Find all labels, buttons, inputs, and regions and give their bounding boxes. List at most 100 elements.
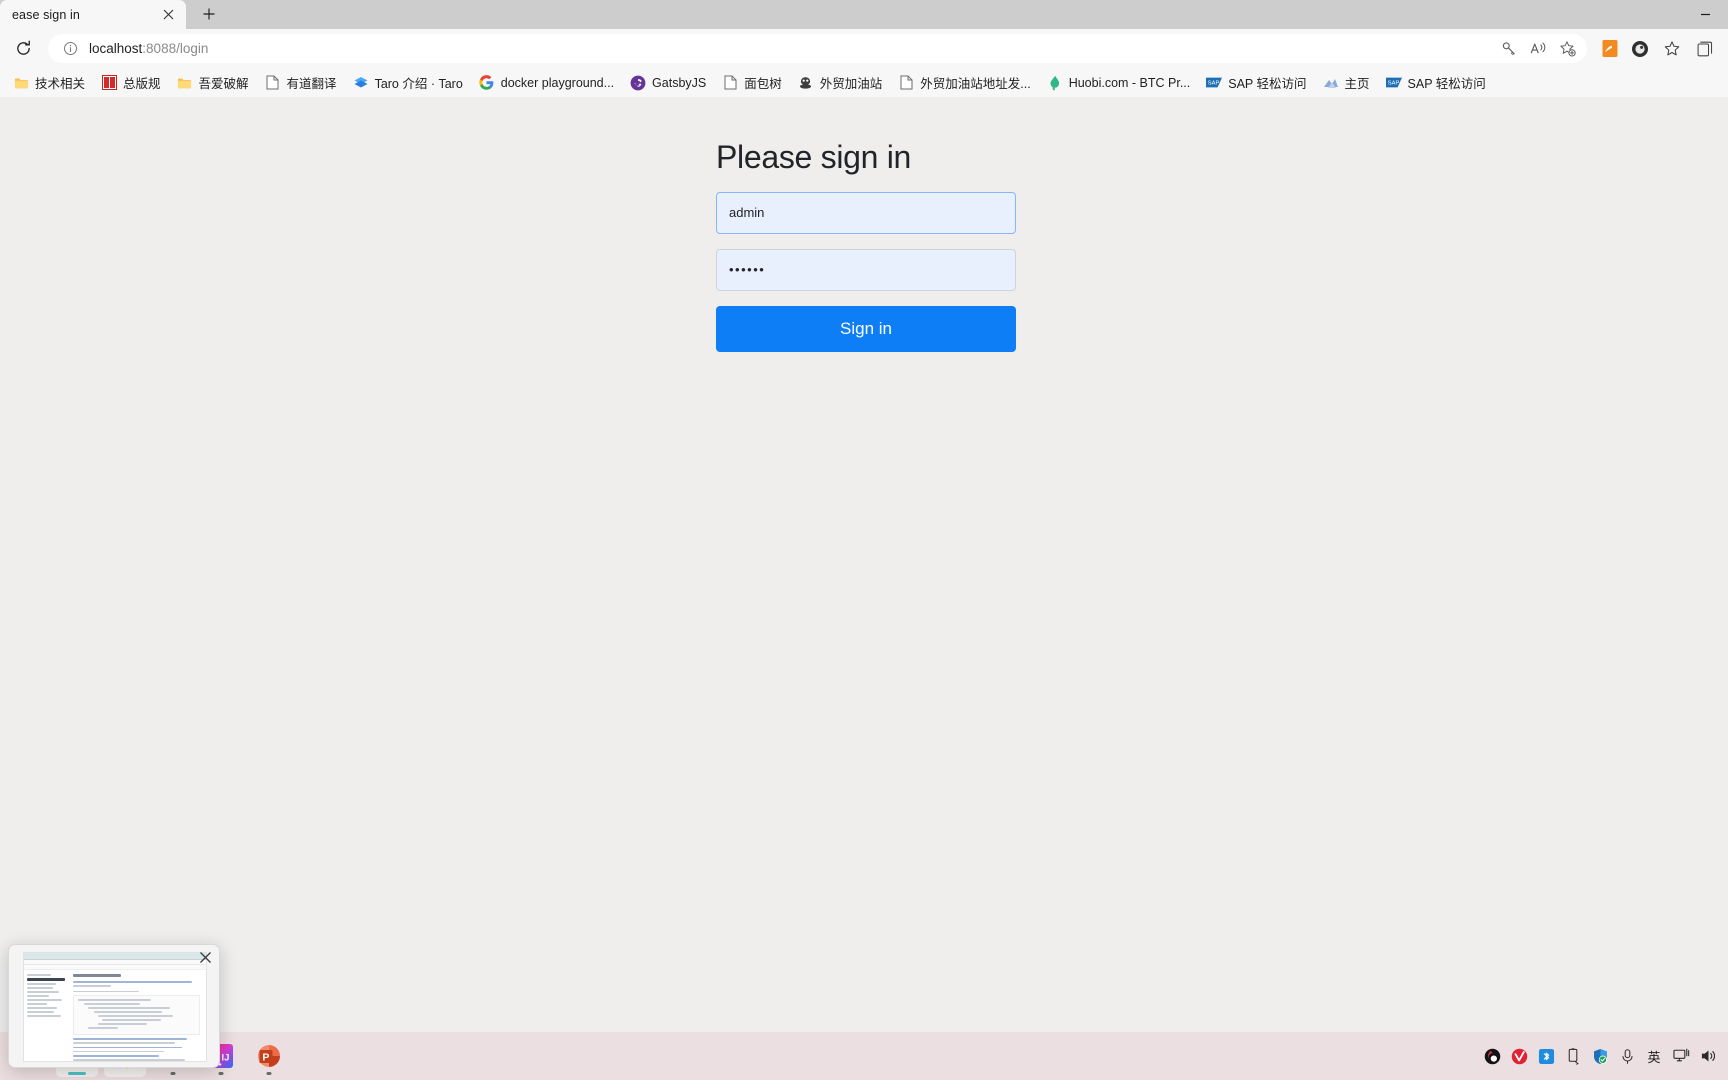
sap-icon: SAP — [1206, 75, 1223, 91]
bookmark-label: Huobi.com - BTC Pr... — [1068, 75, 1191, 90]
thumb-tabstrip — [24, 953, 206, 960]
tray-security-icon[interactable] — [1588, 1041, 1612, 1071]
folder-glyph — [177, 78, 192, 88]
key-glyph — [1502, 42, 1515, 56]
bookmark-label: 面包树 — [744, 77, 782, 91]
tray-network-icon[interactable] — [1669, 1041, 1693, 1071]
microphone-glyph — [1621, 1048, 1633, 1064]
page-viewport: Please sign in admin •••••• Sign in — [0, 97, 1728, 1058]
tray-microphone-icon[interactable] — [1615, 1041, 1639, 1071]
page-glyph — [724, 75, 737, 90]
new-tab-button[interactable] — [194, 1, 224, 27]
plus-icon — [203, 8, 215, 20]
tray-volume-icon[interactable] — [1696, 1041, 1720, 1071]
running-indicator — [170, 1072, 176, 1075]
window-controls — [1682, 0, 1728, 29]
browser-window: ease sign in localhost:8088/login 技术相关 总… — [0, 0, 1728, 1058]
bookmark-label: 吾爱破解 — [198, 77, 249, 91]
url-path: :8088/login — [142, 41, 209, 56]
page-icon — [265, 75, 281, 91]
read-aloud-icon[interactable] — [1525, 35, 1552, 62]
close-icon[interactable] — [159, 5, 178, 24]
favorite-star-plus-glyph — [1559, 40, 1576, 57]
home-blue-glyph — [1323, 78, 1338, 88]
extension-dark-icon[interactable] — [1627, 36, 1653, 62]
minimize-button[interactable] — [1682, 0, 1728, 29]
tray-ime-icon[interactable]: 英 — [1642, 1041, 1666, 1071]
taskbar-thumbnail-preview[interactable] — [8, 944, 220, 1068]
network-glyph — [1672, 1048, 1689, 1062]
bookmark-label: Taro 介绍 · Taro — [374, 77, 463, 91]
close-icon[interactable] — [197, 949, 213, 965]
volume-glyph — [1701, 1050, 1715, 1062]
close-glyph — [199, 951, 211, 963]
bookmark-label: 主页 — [1344, 77, 1370, 91]
password-input[interactable]: •••••• — [716, 248, 1016, 291]
url-text: localhost:8088/login — [89, 41, 1496, 56]
bookmark-item[interactable]: docker playground... — [472, 72, 621, 94]
windows-taskbar: IJ P 英 — [0, 1032, 1728, 1080]
extension-orange-icon[interactable] — [1597, 36, 1623, 62]
tray-obs-icon[interactable] — [1480, 1041, 1504, 1071]
system-tray: 英 — [1480, 1032, 1720, 1080]
collections-button[interactable] — [1689, 33, 1720, 64]
bookmarks-bar: 技术相关 总版规 吾爱破解 有道翻译 Taro 介绍 · Taro docker… — [0, 68, 1728, 97]
bookmark-item[interactable]: 外贸加油站地址发... — [891, 70, 1037, 95]
bookmark-item[interactable]: 有道翻译 — [258, 70, 344, 95]
bookmark-item[interactable]: 主页 — [1316, 70, 1377, 95]
browser-tab[interactable]: ease sign in — [0, 0, 186, 29]
page-glyph — [900, 75, 913, 90]
username-input[interactable]: admin — [716, 191, 1016, 234]
bookmark-item[interactable]: SAP SAP 轻松访问 — [1199, 70, 1313, 95]
tray-bluetooth-icon[interactable] — [1534, 1041, 1558, 1071]
sign-in-button[interactable]: Sign in — [716, 305, 1016, 352]
sign-in-label: Sign in — [840, 318, 892, 338]
bookmark-item[interactable]: 吾爱破解 — [170, 70, 256, 95]
reload-button[interactable] — [8, 33, 39, 64]
google-glyph — [479, 75, 494, 90]
thumb-article — [70, 970, 206, 1061]
bookmark-item[interactable]: 技术相关 — [6, 70, 92, 95]
bookmark-item[interactable]: SAP SAP 轻松访问 — [1379, 70, 1493, 95]
bookmark-item[interactable]: Taro 介绍 · Taro — [346, 70, 470, 95]
running-indicator — [218, 1072, 224, 1075]
page-glyph — [266, 75, 279, 90]
thumb-content — [24, 970, 206, 1061]
bookmark-item[interactable]: 外贸加油站 — [791, 70, 890, 95]
bookmark-label: docker playground... — [500, 75, 615, 90]
bookmark-label: 有道翻译 — [286, 77, 337, 91]
username-value: admin — [729, 205, 765, 221]
tray-usb-eject-icon[interactable] — [1561, 1041, 1585, 1071]
bookmark-item[interactable]: 总版规 — [94, 70, 168, 95]
reload-icon — [17, 40, 30, 55]
thumbnail-window-image — [23, 952, 207, 1062]
home-blue-icon — [1323, 75, 1339, 91]
svg-text:P: P — [262, 1052, 269, 1064]
sap-icon: SAP — [1385, 75, 1402, 91]
extension-orange-glyph — [1602, 40, 1618, 57]
omnibox-actions — [1496, 35, 1581, 62]
gatsby-icon — [630, 75, 646, 91]
read-aloud-glyph — [1530, 42, 1545, 54]
info-icon[interactable] — [60, 38, 81, 59]
site-dark-glyph — [800, 77, 812, 89]
bookmark-item[interactable]: GatsbyJS — [623, 72, 713, 94]
taro-icon — [353, 75, 369, 91]
tray-antivirus-icon[interactable] — [1507, 1041, 1531, 1071]
address-bar[interactable]: localhost:8088/login — [48, 34, 1587, 63]
bookmark-label: GatsbyJS — [652, 75, 707, 90]
powerpoint-icon: P — [258, 1045, 280, 1067]
sap-glyph: SAP — [1385, 77, 1402, 88]
obs-glyph — [1484, 1048, 1500, 1064]
taskbar-item-powerpoint[interactable]: P — [248, 1035, 290, 1077]
svg-text:SAP: SAP — [1208, 81, 1220, 87]
page-title: Please sign in — [716, 139, 912, 175]
password-key-icon[interactable] — [1496, 35, 1523, 62]
favorites-button[interactable] — [1656, 33, 1687, 64]
bookmark-item[interactable]: Huobi.com - BTC Pr... — [1040, 72, 1198, 94]
bookmark-item[interactable]: 面包树 — [715, 70, 789, 95]
add-favorite-icon[interactable] — [1554, 35, 1581, 62]
tab-title: ease sign in — [12, 7, 80, 22]
info-glyph — [64, 42, 77, 55]
thumb-sidebar — [24, 970, 70, 1061]
